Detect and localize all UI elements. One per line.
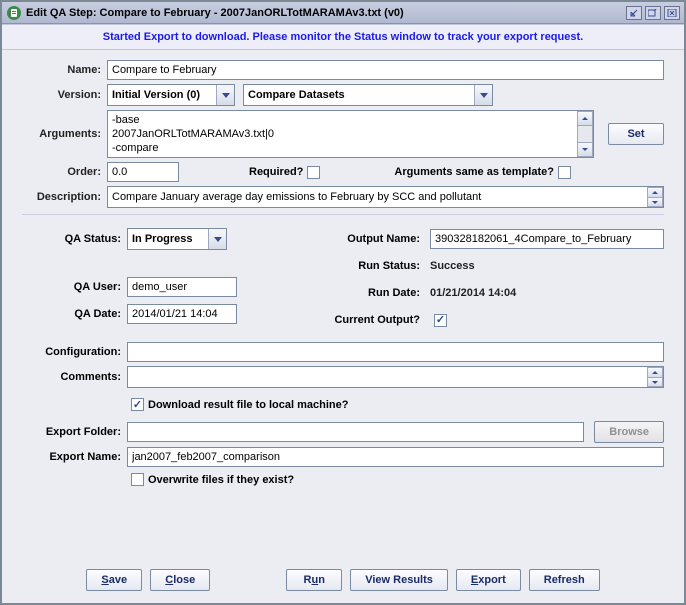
description-spinner[interactable] xyxy=(647,187,663,207)
export-button[interactable]: Export xyxy=(456,569,521,591)
qa-date-label: QA Date: xyxy=(22,308,127,320)
qa-user-field[interactable] xyxy=(127,277,237,297)
export-name-field[interactable] xyxy=(127,447,664,467)
chevron-down-icon[interactable] xyxy=(474,85,492,105)
program-select[interactable]: Compare Datasets xyxy=(243,84,493,106)
output-name-label: Output Name: xyxy=(312,233,430,245)
refresh-button[interactable]: Refresh xyxy=(529,569,600,591)
export-folder-field[interactable] xyxy=(127,422,584,442)
args-same-checkbox[interactable] xyxy=(558,166,571,179)
overwrite-label: Overwrite files if they exist? xyxy=(148,474,294,486)
titlebar: Edit QA Step: Compare to February - 2007… xyxy=(2,2,684,24)
export-name-label: Export Name: xyxy=(22,451,127,463)
run-date-label: Run Date: xyxy=(312,287,430,299)
comments-label: Comments: xyxy=(22,371,127,383)
required-label: Required? xyxy=(249,166,303,178)
qa-date-field[interactable] xyxy=(127,304,237,324)
name-field[interactable] xyxy=(107,60,664,80)
status-banner: Started Export to download. Please monit… xyxy=(2,24,684,50)
close-icon[interactable] xyxy=(664,6,680,20)
args-same-label: Arguments same as template? xyxy=(394,166,554,178)
qa-status-label: QA Status: xyxy=(22,233,127,245)
run-status-label: Run Status: xyxy=(312,260,430,272)
close-button[interactable]: Close xyxy=(150,569,210,591)
version-label: Version: xyxy=(22,89,107,101)
order-field[interactable] xyxy=(107,162,179,182)
description-field[interactable] xyxy=(108,187,647,207)
qa-user-label: QA User: xyxy=(22,281,127,293)
scroll-up-icon[interactable] xyxy=(577,111,593,126)
view-results-button[interactable]: View Results xyxy=(350,569,448,591)
overwrite-checkbox[interactable] xyxy=(131,473,144,486)
run-button[interactable]: Run xyxy=(286,569,342,591)
window-title: Edit QA Step: Compare to February - 2007… xyxy=(26,7,623,19)
save-button[interactable]: Save xyxy=(86,569,142,591)
arguments-label: Arguments: xyxy=(22,128,107,140)
chevron-down-icon[interactable] xyxy=(208,229,226,249)
name-label: Name: xyxy=(22,64,107,76)
current-output-label: Current Output? xyxy=(312,314,430,326)
download-checkbox[interactable] xyxy=(131,398,144,411)
browse-button[interactable]: Browse xyxy=(594,421,664,443)
arguments-field[interactable] xyxy=(108,111,577,157)
scroll-down-icon[interactable] xyxy=(577,142,593,157)
app-icon xyxy=(6,5,22,21)
run-status-value: Success xyxy=(430,260,475,272)
comments-field[interactable] xyxy=(128,367,647,387)
export-folder-label: Export Folder: xyxy=(22,426,127,438)
maximize-icon[interactable] xyxy=(645,6,661,20)
form-area: Name: Version: Initial Version (0) Compa… xyxy=(2,50,684,490)
banner-text: Started Export to download. Please monit… xyxy=(103,31,583,43)
edit-qa-step-window: Edit QA Step: Compare to February - 2007… xyxy=(0,0,686,605)
qa-status-select[interactable]: In Progress xyxy=(127,228,227,250)
run-date-value: 01/21/2014 14:04 xyxy=(430,287,516,299)
comments-spinner[interactable] xyxy=(647,367,663,387)
set-button[interactable]: Set xyxy=(608,123,664,145)
description-label: Description: xyxy=(22,191,107,203)
configuration-label: Configuration: xyxy=(22,346,127,358)
chevron-down-icon[interactable] xyxy=(216,85,234,105)
required-checkbox[interactable] xyxy=(307,166,320,179)
current-output-checkbox[interactable] xyxy=(434,314,447,327)
output-name-field[interactable] xyxy=(430,229,664,249)
scrollbar[interactable] xyxy=(577,111,593,157)
configuration-field[interactable] xyxy=(127,342,664,362)
button-bar: Save Close Run View Results Export Refre… xyxy=(2,557,684,603)
order-label: Order: xyxy=(22,166,107,178)
download-label: Download result file to local machine? xyxy=(148,399,348,411)
version-select[interactable]: Initial Version (0) xyxy=(107,84,235,106)
minimize-icon[interactable] xyxy=(626,6,642,20)
